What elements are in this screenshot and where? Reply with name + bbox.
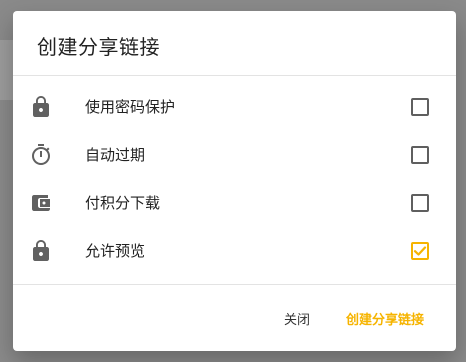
dialog-title: 创建分享链接: [37, 35, 160, 59]
close-button[interactable]: 关闭: [284, 309, 310, 328]
check-icon: [413, 246, 427, 256]
option-password-protect[interactable]: 使用密码保护: [13, 83, 456, 131]
allow-preview-checkbox[interactable]: [411, 242, 429, 260]
share-link-dialog: 创建分享链接 使用密码保护 自动过期 付积分下载 允许预览 关闭 创建分享链接: [13, 11, 456, 351]
auto-expire-checkbox[interactable]: [411, 146, 429, 164]
background-sidebar: [0, 40, 14, 100]
timer-icon: [29, 143, 53, 167]
option-label-pay-points: 付积分下载: [85, 194, 161, 212]
wallet-icon: [29, 191, 53, 215]
option-auto-expire[interactable]: 自动过期: [13, 131, 456, 179]
pay-points-checkbox[interactable]: [411, 194, 429, 212]
create-share-link-button[interactable]: 创建分享链接: [346, 309, 424, 328]
lock-icon: [29, 239, 53, 263]
option-label-password: 使用密码保护: [85, 98, 176, 116]
title-divider: [13, 75, 456, 76]
option-label-auto-expire: 自动过期: [85, 146, 146, 164]
footer-divider: [13, 284, 456, 285]
option-allow-preview[interactable]: 允许预览: [13, 227, 456, 275]
password-checkbox[interactable]: [411, 98, 429, 116]
option-pay-points[interactable]: 付积分下载: [13, 179, 456, 227]
option-label-allow-preview: 允许预览: [85, 242, 146, 260]
lock-icon: [29, 95, 53, 119]
